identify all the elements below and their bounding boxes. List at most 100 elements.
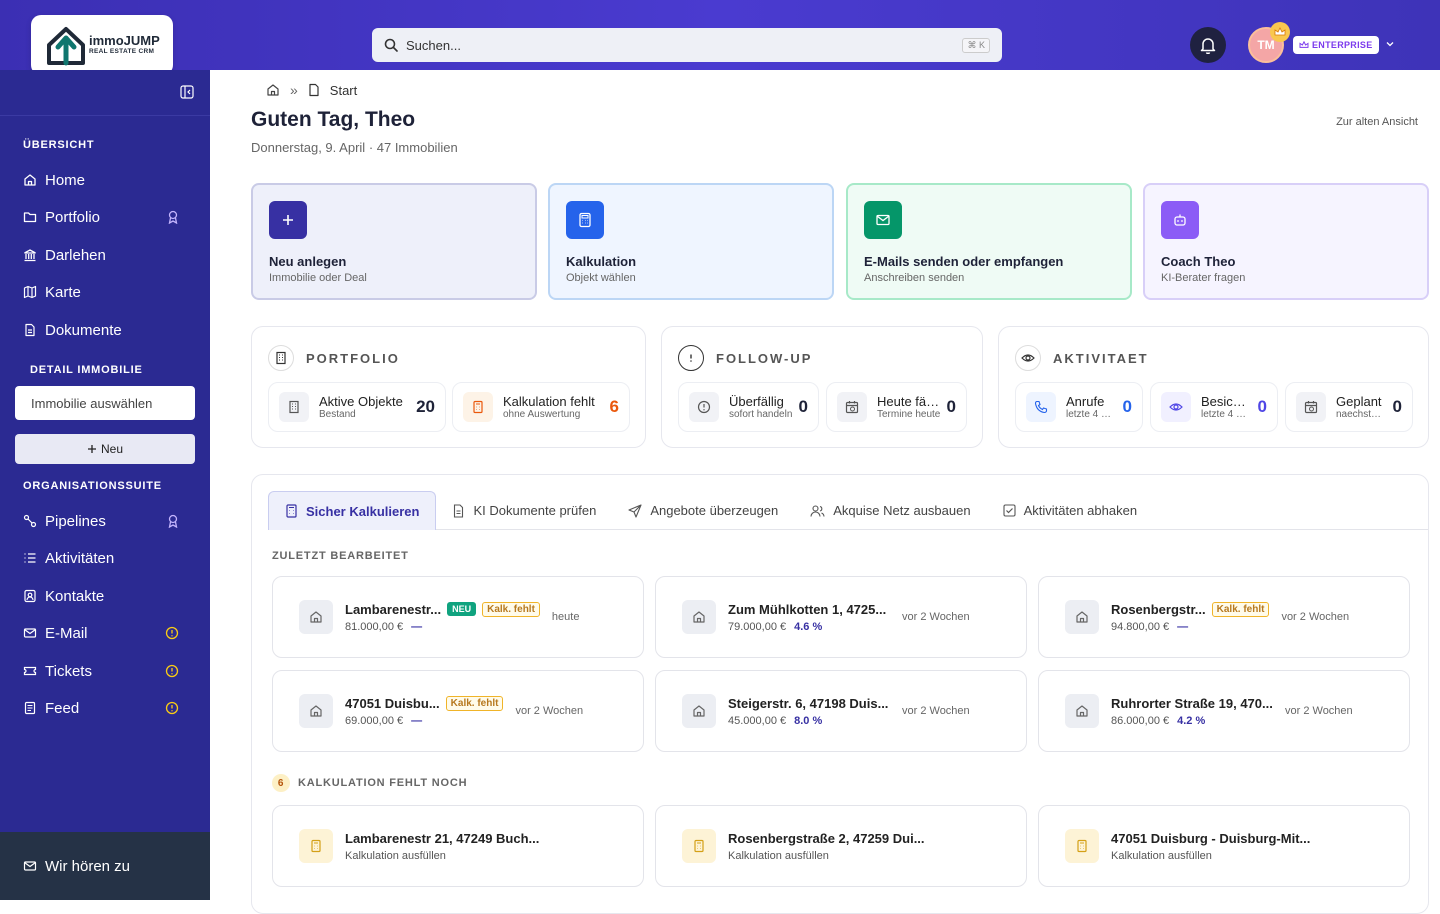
divider (0, 115, 210, 116)
old-view-link[interactable]: Zur alten Ansicht (1336, 116, 1418, 128)
property-select[interactable]: Immobilie auswählen (15, 386, 195, 420)
logo[interactable]: immoJUMP REAL ESTATE CRM (31, 15, 173, 75)
stat-viewings[interactable]: Besichtigungenletzte 4 Wochen 0 (1150, 382, 1278, 432)
followup-stats: FOLLOW-UP Überfällig sofort handeln 0 Heu… (661, 326, 983, 448)
feedback-link[interactable]: Wir hören zu (0, 832, 210, 900)
quick-action-email[interactable]: E-Mails senden oder empfangen Anschreibe… (846, 183, 1132, 300)
top-bar: immoJUMP REAL ESTATE CRM Suchen... ⌘ K T… (0, 0, 1440, 75)
house-icon (1065, 694, 1099, 728)
tab-ki-dokumente[interactable]: KI Dokumente prüfen (436, 491, 612, 530)
home-icon[interactable] (266, 83, 280, 97)
sidebar-item-feed[interactable]: Feed (23, 696, 193, 720)
missing-calc-card[interactable]: Rosenbergstraße 2, 47259 Dui... Kalkulat… (655, 805, 1027, 887)
sidebar-item-karte[interactable]: Karte (23, 280, 193, 304)
brand-name: immoJUMP (89, 33, 160, 49)
stat-label: Anrufe (1066, 394, 1105, 409)
property-title: Ruhrorter Straße 19, 470... (1111, 695, 1273, 711)
action-hint: Kalkulation ausfüllen (728, 849, 829, 862)
property-yield: 8.0 % (794, 714, 823, 727)
eye-icon (1161, 392, 1191, 422)
search-input[interactable]: Suchen... ⌘ K (372, 28, 1002, 62)
property-title: 47051 Duisburg - Duisburg-Mit... (1111, 830, 1311, 846)
recent-property-card[interactable]: Zum Mühlkotten 1, 4725... 79.000,00 € 4.6… (655, 576, 1027, 658)
plus-icon (87, 445, 96, 453)
stat-value: 6 (609, 397, 619, 416)
date-label: Donnerstag, 9. April (251, 140, 366, 155)
quick-action-calculation[interactable]: Kalkulation Objekt wählen (548, 183, 834, 300)
tab-sicher-kalkulieren[interactable]: Sicher Kalkulieren (268, 491, 437, 530)
portfolio-stats: PORTFOLIO Aktive Objekte Bestand 20 Kalku… (251, 326, 646, 448)
sidebar-item-darlehen[interactable]: Darlehen (23, 243, 193, 267)
sidebar-item-label: Portfolio (45, 208, 101, 226)
recent-property-card[interactable]: Steigerstr. 6, 47198 Duis... 45.000,00 €… (655, 670, 1027, 752)
quick-action-coach[interactable]: Coach Theo KI-Berater fragen (1143, 183, 1429, 300)
property-price: 79.000,00 € (728, 620, 787, 633)
section-title: ZULETZT BEARBEITET (272, 550, 409, 562)
calculator-icon (463, 392, 493, 422)
tab-aktivitaeten[interactable]: Aktivitäten abhaken (987, 491, 1153, 530)
notifications-button[interactable] (1190, 27, 1226, 63)
stat-label: Kalkulation fehlt (503, 394, 595, 409)
bank-icon (24, 249, 36, 262)
robot-icon (1161, 201, 1199, 239)
stat-sub: Termine heute (877, 409, 941, 420)
missing-calc-card[interactable]: 47051 Duisburg - Duisburg-Mit... Kalkula… (1038, 805, 1410, 887)
stat-label: Heute fällig (877, 394, 941, 409)
property-price: 69.000,00 € (345, 714, 404, 727)
house-icon (299, 694, 333, 728)
quick-action-new[interactable]: Neu anlegen Immobilie oder Deal (251, 183, 537, 300)
stat-planned[interactable]: Geplantnaechste Woche 0 (1285, 382, 1413, 432)
stat-sub: naechste Woche (1336, 409, 1387, 420)
recent-property-card[interactable]: Lambarenestr... NEU Kalk. fehlt 81.000,00 … (272, 576, 644, 658)
stat-calls[interactable]: Anrufeletzte 4 Wochen 0 (1015, 382, 1143, 432)
sidebar-item-home[interactable]: Home (23, 168, 193, 192)
recent-property-card[interactable]: 47051 Duisbu... Kalk. fehlt 69.000,00 € — … (272, 670, 644, 752)
tab-akquise[interactable]: Akquise Netz ausbauen (794, 491, 986, 530)
missing-calc-badge: Kalk. fehlt (482, 601, 540, 617)
sidebar-item-email[interactable]: E-Mail (23, 621, 193, 645)
sidebar-item-portfolio[interactable]: Portfolio (23, 205, 193, 229)
property-title: Rosenbergstr... (1111, 601, 1206, 617)
stat-value: 0 (1122, 397, 1132, 416)
plan-badge[interactable]: ENTERPRISE (1293, 36, 1379, 54)
tab-angebote[interactable]: Angebote überzeugen (612, 491, 794, 530)
chevron-down-icon[interactable] (1385, 39, 1395, 49)
alert-icon (165, 701, 179, 715)
stat-value: 20 (416, 397, 435, 416)
stat-due-today[interactable]: Heute fällig Termine heute 0 (826, 382, 967, 432)
property-yield: — (411, 714, 423, 727)
property-yield: 4.6 % (794, 620, 823, 633)
recent-property-card[interactable]: Ruhrorter Straße 19, 470... 86.000,00 € 4… (1038, 670, 1410, 752)
property-price: 45.000,00 € (728, 714, 787, 727)
new-property-button[interactable]: Neu (15, 434, 195, 464)
brand-subtitle: REAL ESTATE CRM (89, 48, 155, 56)
document-icon (309, 83, 319, 97)
stat-missing-calculation[interactable]: Kalkulation fehlt ohne Auswertung 6 (452, 382, 630, 432)
sidebar-item-label: E-Mail (45, 624, 88, 642)
stat-overdue[interactable]: Überfällig sofort handeln 0 (678, 382, 819, 432)
activity-stats: AKTIVITAET Anrufeletzte 4 Wochen 0 Besic… (998, 326, 1429, 448)
sidebar-item-pipelines[interactable]: Pipelines (23, 509, 193, 533)
stat-active-objects[interactable]: Aktive Objekte Bestand 20 (268, 382, 446, 432)
sidebar-item-label: Aktivitäten (45, 549, 115, 567)
breadcrumb: » Start (266, 82, 357, 98)
property-title: 47051 Duisbu... (345, 695, 440, 711)
property-title: Steigerstr. 6, 47198 Duis... (728, 695, 889, 711)
missing-calc-card[interactable]: Lambarenestr 21, 47249 Buch... Kalkulati… (272, 805, 644, 887)
sidebar-item-kontakte[interactable]: Kontakte (23, 584, 193, 608)
stat-header: FOLLOW-UP (678, 345, 812, 371)
quick-action-title: E-Mails senden oder empfangen (864, 254, 1064, 269)
house-icon (1065, 600, 1099, 634)
stat-sub: letzte 4 Wochen (1066, 409, 1117, 420)
sidebar-item-aktivitaeten[interactable]: Aktivitäten (23, 546, 193, 570)
tab-label: Sicher Kalkulieren (306, 503, 420, 519)
sidebar-item-dokumente[interactable]: Dokumente (23, 318, 193, 342)
recent-property-card[interactable]: Rosenbergstr... Kalk. fehlt 94.800,00 € — … (1038, 576, 1410, 658)
collapse-sidebar-icon[interactable] (180, 85, 194, 99)
sidebar-item-tickets[interactable]: Tickets (23, 659, 193, 683)
crown-small-icon (1299, 41, 1309, 48)
sidebar-item-label: Pipelines (45, 512, 106, 530)
action-hint: Kalkulation ausfüllen (1111, 849, 1212, 862)
sidebar-item-label: Kontakte (45, 587, 105, 605)
calculator-icon (1065, 829, 1099, 863)
